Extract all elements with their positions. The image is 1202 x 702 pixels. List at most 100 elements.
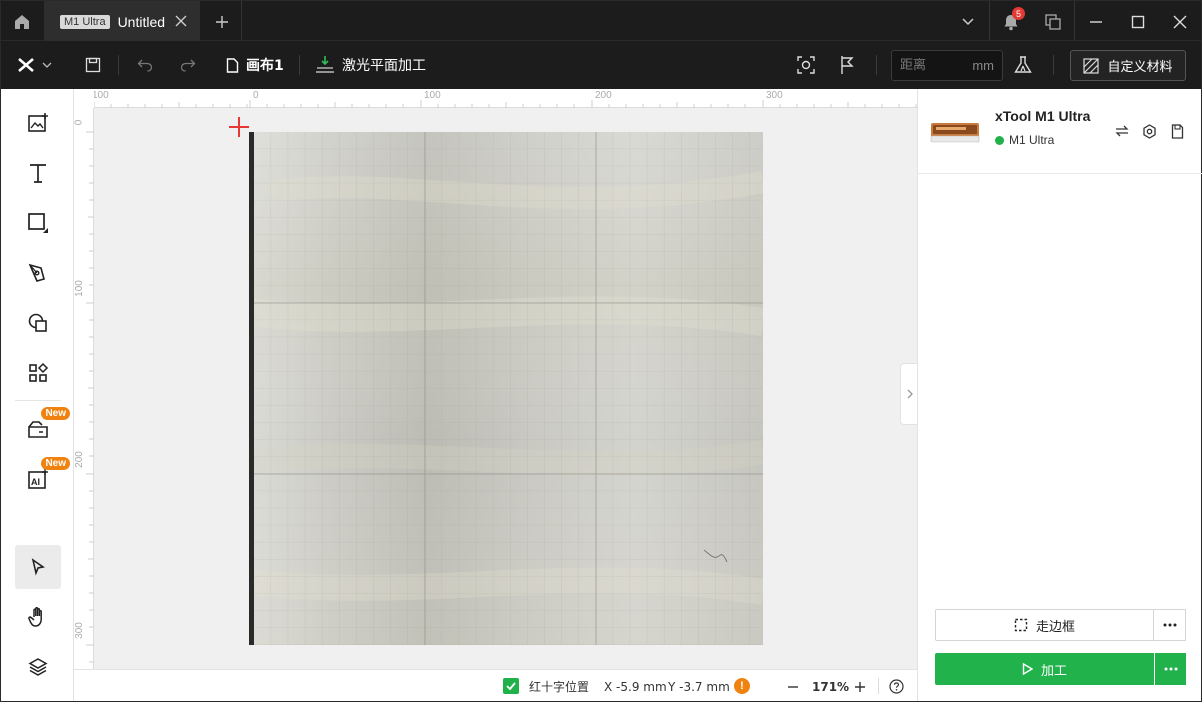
frame-options-button[interactable] (1154, 609, 1186, 641)
multi-window-button[interactable] (1032, 1, 1074, 42)
custom-material-button[interactable]: 自定义材料 (1070, 50, 1186, 81)
material-hatch-icon (1083, 57, 1100, 74)
status-bar: 红十字位置 X -5.9 mm Y -3.7 mm ! 171% (74, 669, 917, 702)
canvas-selector[interactable]: 画布1 (226, 41, 284, 89)
laser-flat-icon (316, 56, 334, 73)
ai-generate-tool[interactable]: AI New (15, 457, 70, 501)
pen-icon (28, 263, 45, 282)
minimize-icon (1090, 20, 1102, 23)
help-icon (889, 679, 904, 694)
project-templates-tool[interactable]: New (15, 407, 70, 451)
document-tab[interactable]: M1 Ultra Untitled (44, 1, 200, 42)
gear-icon (1142, 123, 1156, 139)
document-icon (226, 57, 239, 73)
distance-input[interactable] (900, 58, 960, 73)
canvas-name: 画布1 (246, 58, 284, 74)
save-settings-button[interactable] (1168, 122, 1186, 140)
document-title: Untitled (117, 13, 166, 30)
text-tool[interactable] (15, 151, 61, 195)
swap-arrows-icon (1115, 125, 1129, 137)
crosshair-position-label: 红十字位置 (529, 680, 590, 694)
machine-thumbnail (930, 123, 980, 143)
tool-sidebar: New AI New (0, 89, 74, 702)
ruler-tick-label: 0 (74, 119, 85, 126)
flask-icon (1014, 56, 1032, 73)
save-icon (85, 57, 101, 73)
ruler-tick-label: 200 (74, 451, 85, 468)
elements-library-tool[interactable] (15, 351, 61, 395)
machine-badge: M1 Ultra (60, 14, 110, 29)
layers-tool[interactable] (15, 645, 61, 689)
notification-count-badge: 5 (1012, 7, 1025, 20)
app-menu-button[interactable] (17, 41, 52, 89)
probe-icon (841, 56, 854, 74)
ruler-tick-label: 100 (92, 90, 109, 101)
ai-image-icon: AI (28, 469, 48, 489)
measure-button[interactable] (838, 41, 856, 89)
connected-status-dot (995, 135, 1004, 145)
redo-icon (180, 59, 196, 72)
help-button[interactable] (889, 670, 904, 702)
close-tab-icon[interactable] (174, 14, 188, 28)
new-badge: New (41, 457, 70, 470)
undo-button[interactable] (137, 41, 153, 89)
rectangle-icon (28, 213, 48, 233)
close-window-button[interactable] (1159, 1, 1201, 42)
vertical-ruler: 0 100 200 300 (74, 89, 94, 669)
zoom-in-button[interactable] (854, 670, 866, 702)
material-test-button[interactable] (1013, 41, 1033, 89)
ruler-tick-label: 100 (74, 280, 85, 297)
chevron-down-icon (962, 17, 974, 25)
ruler-tick-label: 0 (253, 90, 259, 101)
design-canvas[interactable]: 100 0 100 200 300 0 100 200 300 (74, 89, 917, 669)
tab-list-dropdown[interactable] (947, 1, 989, 42)
zoom-out-button[interactable] (787, 670, 799, 702)
chevron-down-icon (42, 62, 52, 68)
crosshair-position-checkbox[interactable] (503, 678, 519, 694)
camera-capture-button[interactable] (797, 41, 815, 89)
ruler-tick-label: 100 (424, 90, 441, 101)
image-tool[interactable] (15, 101, 61, 145)
maximize-button[interactable] (1117, 1, 1159, 42)
device-status-label: M1 Ultra (1009, 133, 1055, 147)
notifications-button[interactable]: 5 (990, 1, 1032, 42)
distance-field[interactable]: mm (891, 50, 1003, 81)
new-badge: New (41, 407, 70, 420)
home-button[interactable] (1, 1, 43, 42)
text-icon (30, 164, 46, 183)
switch-device-button[interactable] (1113, 122, 1131, 140)
add-image-icon (28, 113, 48, 132)
zoom-level[interactable]: 171% (812, 670, 849, 702)
processing-mode-selector[interactable]: 激光平面加工 (315, 41, 426, 89)
start-process-button[interactable]: 加工 (935, 653, 1154, 685)
ruler-tick-label: 200 (595, 90, 612, 101)
shape-tool[interactable] (15, 201, 61, 245)
custom-material-label: 自定义材料 (1107, 60, 1173, 75)
new-tab-button[interactable] (202, 1, 242, 42)
device-status: M1 Ultra (995, 133, 1054, 147)
redo-button[interactable] (180, 41, 196, 89)
device-panel: xTool M1 Ultra M1 Ultra 走边框 加工 (917, 89, 1202, 702)
layers-icon (28, 658, 48, 676)
title-bar: M1 Ultra Untitled 5 (0, 0, 1202, 42)
minimize-button[interactable] (1075, 1, 1117, 42)
frame-button[interactable]: 走边框 (935, 609, 1154, 641)
select-tool[interactable] (15, 545, 61, 589)
ruler-tick-label: 300 (74, 622, 85, 639)
device-settings-button[interactable] (1140, 122, 1158, 140)
process-options-button[interactable] (1155, 653, 1186, 685)
save-button[interactable] (85, 41, 101, 89)
cursor-arrow-icon (31, 558, 45, 576)
pen-tool[interactable] (15, 251, 61, 295)
device-header: xTool M1 Ultra M1 Ultra (918, 89, 1202, 174)
file-save-icon (1171, 123, 1183, 139)
combine-shapes-tool[interactable] (15, 301, 61, 345)
hand-icon (28, 607, 42, 627)
collapse-panel-button[interactable] (900, 363, 918, 425)
hand-tool[interactable] (15, 595, 61, 639)
horizontal-ruler: 100 0 100 200 300 (74, 89, 917, 108)
warning-icon[interactable]: ! (734, 678, 750, 694)
svg-text:AI: AI (31, 477, 40, 487)
work-area-camera-view[interactable] (249, 132, 763, 645)
more-dots-icon (1163, 623, 1176, 627)
